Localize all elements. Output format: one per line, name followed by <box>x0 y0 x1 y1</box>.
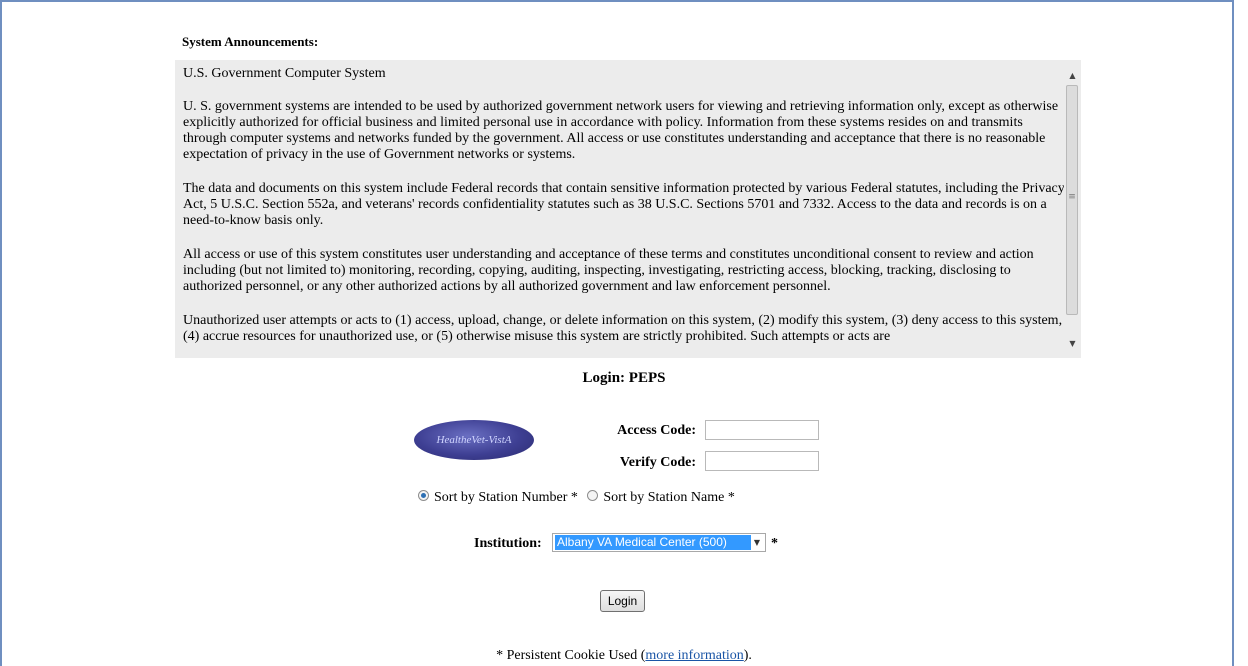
institution-select[interactable]: Albany VA Medical Center (500) ▼ <box>552 533 766 552</box>
sort-options: Sort by Station Number * Sort by Station… <box>418 490 735 506</box>
announcement-paragraph: The data and documents on this system in… <box>183 181 1065 228</box>
announcements-text: U.S. Government Computer System U. S. go… <box>183 66 1065 358</box>
sort-by-station-number-label[interactable]: Sort by Station Number * <box>434 490 578 505</box>
scroll-down-arrow-icon[interactable]: ▼ <box>1064 336 1081 352</box>
scroll-up-arrow-icon[interactable]: ▲ <box>1064 68 1081 84</box>
announcements-heading: System Announcements: <box>182 34 319 49</box>
sort-by-station-name-option[interactable]: Sort by Station Name * <box>587 490 735 505</box>
institution-selected-value[interactable]: Albany VA Medical Center (500) <box>555 535 751 550</box>
grip-icon: ≡ <box>1068 192 1076 202</box>
scroll-thumb[interactable]: ≡ <box>1066 85 1078 315</box>
cookie-notice-suffix: ). <box>743 648 752 663</box>
announcement-paragraph: U.S. Government Computer System <box>183 66 386 81</box>
verify-code-field[interactable] <box>705 451 819 471</box>
login-button[interactable]: Login <box>600 590 645 612</box>
announcements-scrollbar[interactable]: ▲ ≡ ▼ <box>1064 60 1081 358</box>
announcements-panel[interactable]: U.S. Government Computer System U. S. go… <box>175 60 1081 358</box>
announcement-paragraph: Unauthorized user attempts or acts to (1… <box>183 313 1063 344</box>
access-code-label: Access Code: <box>617 423 696 438</box>
radio-unselected-icon[interactable] <box>587 490 599 501</box>
access-code-field[interactable] <box>705 420 819 440</box>
cookie-notice: * Persistent Cookie Used (more informati… <box>0 648 1248 664</box>
announcement-paragraph: U. S. government systems are intended to… <box>183 99 1059 162</box>
radio-selected-icon[interactable] <box>418 490 429 501</box>
more-information-link[interactable]: more information <box>645 648 743 663</box>
login-title: Login: PEPS <box>582 370 666 386</box>
required-marker: * <box>771 536 778 551</box>
sort-by-station-name-label[interactable]: Sort by Station Name * <box>603 490 734 505</box>
chevron-down-icon[interactable]: ▼ <box>751 535 763 550</box>
institution-label: Institution: <box>474 536 542 551</box>
announcement-paragraph: All access or use of this system constit… <box>183 247 1034 294</box>
healthevet-vista-logo: HealtheVet-VistA <box>414 420 534 460</box>
cookie-notice-prefix: * Persistent Cookie Used ( <box>496 648 646 663</box>
verify-code-label: Verify Code: <box>619 455 696 470</box>
sort-by-station-number-option[interactable]: Sort by Station Number * <box>418 490 578 505</box>
